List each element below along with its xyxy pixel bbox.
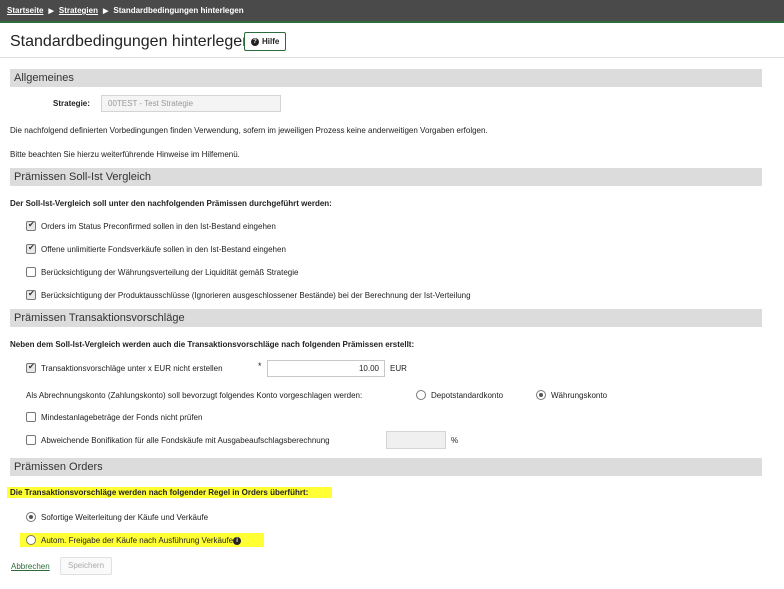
min-amount-input[interactable]: 10.00 (267, 360, 385, 377)
title-divider (0, 57, 784, 58)
strategie-field: 00TEST - Test Strategie (101, 95, 281, 112)
help-button-label: Hilfe (262, 37, 280, 46)
checkbox-currency-distribution[interactable] (26, 267, 36, 277)
soll-ist-intro: Der Soll-Ist-Vergleich soll unter den na… (10, 199, 332, 208)
checkbox-open-fund-sales[interactable] (26, 243, 36, 254)
page-title: Standardbedingungen hinterlegen (10, 33, 252, 50)
min-amount-unit: EUR (390, 364, 407, 373)
checkbox-product-exclusions[interactable] (26, 289, 36, 300)
section-allgemeines-heading: Allgemeines (10, 69, 762, 87)
help-button[interactable]: ? Hilfe (244, 32, 287, 51)
radio-depotstandardkonto[interactable] (416, 390, 426, 400)
account-preference-label: Als Abrechnungskonto (Zahlungskonto) sol… (26, 391, 363, 400)
bonifikation-unit: % (451, 436, 459, 445)
checkbox-bonifikation[interactable] (26, 435, 36, 445)
strategie-label: Strategie: (53, 99, 90, 108)
info-icon[interactable]: i (233, 536, 242, 545)
breadcrumb-link-strategien[interactable]: Strategien (59, 6, 98, 15)
radio-label-depotstandardkonto: Depotstandardkonto (431, 391, 504, 400)
section-transaktion-heading: Prämissen Transaktionsvorschläge (10, 309, 762, 327)
checkbox-min-amount[interactable] (26, 362, 36, 373)
checkbox-label-min-fonds: Mindestanlagebeträge der Fonds nicht prü… (41, 413, 203, 422)
section-orders-heading: Prämissen Orders (10, 458, 762, 476)
breadcrumb-separator-icon: ▶ (102, 8, 109, 15)
checkbox-preconfirmed-orders[interactable] (26, 220, 36, 231)
checkbox-label-open-fund-sales: Offene unlimitierte Fondsverkäufe sollen… (41, 245, 286, 254)
radio-waehrungskonto[interactable] (536, 390, 546, 400)
radio-label-waehrungskonto: Währungskonto (551, 391, 608, 400)
breadcrumb-link-startseite[interactable]: Startseite (7, 6, 43, 15)
breadcrumb-current: Standardbedingungen hinterlegen (113, 6, 244, 15)
checkbox-label-min-amount: Transaktionsvorschläge unter x EUR nicht… (41, 364, 223, 373)
save-button[interactable]: Speichern (60, 557, 113, 575)
radio-autom-freigabe[interactable] (26, 535, 36, 545)
radio-label-sofortige-weiterleitung: Sofortige Weiterleitung der Käufe und Ve… (41, 513, 209, 522)
transaktion-intro: Neben dem Soll-Ist-Vergleich werden auch… (10, 340, 415, 349)
checkbox-label-bonifikation: Abweichende Bonifikation für alle Fondsk… (41, 436, 330, 445)
section-soll-ist-heading: Prämissen Soll-Ist Vergleich (10, 168, 762, 186)
cancel-link[interactable]: Abbrechen (11, 562, 50, 571)
info-text-help-hint: Bitte beachten Sie hierzu weiterführende… (10, 150, 240, 159)
radio-label-autom-freigabe: Autom. Freigabe der Käufe nach Ausführun… (41, 536, 234, 545)
checkbox-label-product-exclusions: Berücksichtigung der Produktausschlüsse … (41, 291, 471, 300)
info-text-prerequisites: Die nachfolgend definierten Vorbedingung… (10, 126, 488, 135)
breadcrumb-separator-icon: ▶ (48, 8, 54, 15)
radio-sofortige-weiterleitung[interactable] (26, 512, 36, 522)
checkbox-label-currency-distribution: Berücksichtigung der Währungsverteilung … (41, 268, 299, 277)
checkbox-min-fonds[interactable] (26, 412, 36, 422)
checkbox-label-preconfirmed-orders: Orders im Status Preconfirmed sollen in … (41, 222, 276, 231)
radio-label-autom-freigabe-row: Autom. Freigabe der Käufe nach Ausführun… (41, 536, 242, 545)
top-bar: Startseite ▶ Strategien ▶ Standardbedingunge… (0, 0, 784, 23)
breadcrumb: Startseite ▶ Strategien ▶ Standardbedingunge… (7, 6, 244, 15)
orders-intro: Die Transaktionsvorschläge werden nach f… (7, 487, 332, 498)
question-circle-icon: ? (251, 37, 259, 46)
bonifikation-input[interactable] (386, 431, 446, 449)
required-marker: * (258, 361, 262, 371)
